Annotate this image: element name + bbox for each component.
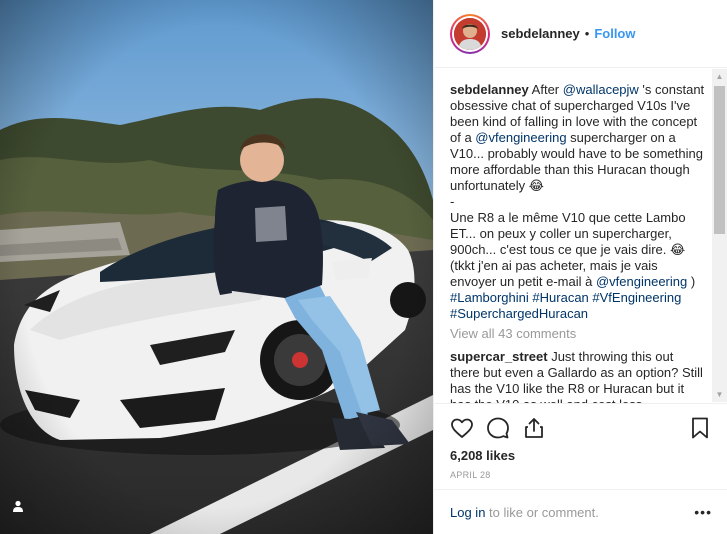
post-date[interactable]: APRIL 28: [450, 470, 712, 480]
story-ring[interactable]: [450, 13, 490, 54]
caption-username[interactable]: sebdelanney: [450, 82, 529, 97]
hashtag-link[interactable]: #VfEngineering: [592, 290, 681, 305]
caption: sebdelanney After @wallacepjw 's constan…: [450, 82, 706, 322]
share-button[interactable]: [522, 416, 546, 440]
follow-button[interactable]: Follow: [594, 26, 635, 41]
likes-count[interactable]: 6,208 likes: [450, 448, 712, 463]
comment-button[interactable]: [486, 416, 510, 440]
save-button[interactable]: [688, 416, 712, 440]
mention-link[interactable]: @vfengineering: [475, 130, 566, 145]
more-options-button[interactable]: •••: [694, 504, 712, 520]
bookmark-icon: [692, 417, 708, 439]
login-link[interactable]: Log in: [450, 505, 485, 520]
hashtag-link[interactable]: #SuperchargedHuracan: [450, 306, 588, 321]
instagram-post: sebdelanney • Follow sebdelanney After @…: [0, 0, 727, 534]
comment-item: supercar_street Just throwing this out t…: [450, 349, 706, 403]
avatar-border: [452, 15, 488, 52]
caption-text-4: -: [450, 194, 455, 209]
comment-username[interactable]: supercar_street: [450, 349, 548, 364]
post-header: sebdelanney • Follow: [434, 0, 727, 68]
view-all-comments-link[interactable]: View all 43 comments: [450, 326, 706, 342]
caption-text-7: ): [687, 274, 696, 289]
comments-scrollbar[interactable]: ▲ ▼: [712, 69, 727, 402]
avatar-image: [454, 17, 486, 50]
post-side-panel: sebdelanney • Follow sebdelanney After @…: [433, 0, 727, 534]
actions-section: 6,208 likes APRIL 28: [434, 403, 727, 480]
scroll-up-arrow-icon[interactable]: ▲: [712, 69, 727, 84]
caption-text-1: After: [531, 82, 563, 97]
login-suffix: to like or comment.: [485, 504, 599, 520]
like-button[interactable]: [450, 416, 474, 440]
scroll-down-arrow-icon[interactable]: ▼: [712, 387, 727, 402]
separator-dot: •: [584, 26, 590, 41]
comments-section: sebdelanney After @wallacepjw 's constan…: [434, 69, 727, 403]
post-photo[interactable]: [0, 0, 433, 534]
mention-link[interactable]: @wallacepjw: [563, 82, 639, 97]
photo-scene: [0, 0, 433, 534]
heart-icon: [451, 418, 473, 438]
hashtag-link[interactable]: #Huracan: [532, 290, 588, 305]
user-tag-button[interactable]: [12, 500, 36, 524]
scrollbar-thumb[interactable]: [714, 86, 725, 234]
comment-bubble-icon: [487, 417, 509, 439]
hashtags: #Lamborghini #Huracan #VfEngineering #Su…: [450, 290, 706, 322]
login-bar: Log in to like or comment. •••: [434, 489, 727, 534]
user-tag-icon: [13, 500, 23, 512]
caption-text-6-line: (tkkt j'en ai pas acheter, mais je vais …: [450, 258, 706, 290]
hashtag-link[interactable]: #Lamborghini: [450, 290, 529, 305]
action-icons: [450, 404, 712, 452]
header-username[interactable]: sebdelanney: [501, 26, 580, 41]
caption-text-5: Une R8 a le même V10 que cette Lambo ET.…: [450, 210, 686, 257]
mention-link[interactable]: @vfengineering: [596, 274, 687, 289]
avatar[interactable]: [454, 17, 486, 50]
share-upload-icon: [525, 418, 543, 438]
